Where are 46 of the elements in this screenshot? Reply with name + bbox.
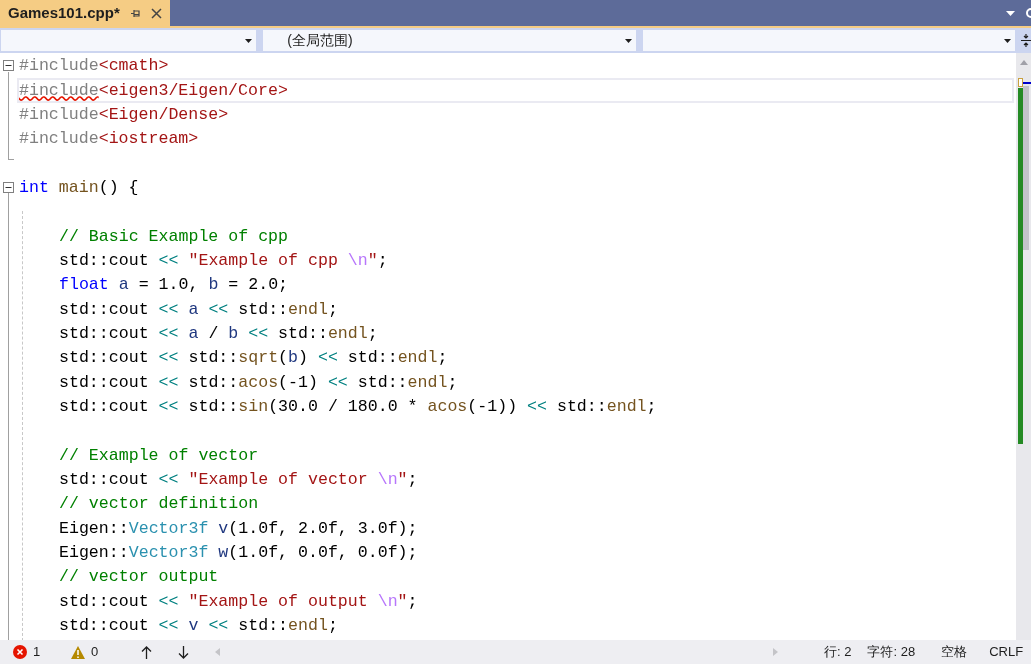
code-line: // vector definition (59, 493, 259, 516)
code-line: Eigen::Vector3f w(1.0f, 0.0f, 0.0f); (59, 542, 418, 565)
pin-icon[interactable] (129, 7, 141, 19)
vertical-scrollbar[interactable] (1016, 53, 1031, 640)
code-line: std::cout << a << std::endl; (59, 298, 338, 321)
error-icon[interactable] (13, 645, 27, 659)
navigation-dropdown[interactable]: (全局范围) (262, 29, 638, 52)
code-line: std::cout << a / b << std::endl; (59, 322, 378, 345)
code-line: // Example of vector (59, 444, 259, 467)
code-line: Eigen::Vector3f v(1.0f, 2.0f, 3.0f); (59, 517, 418, 540)
code-line: std::cout << v << std::endl; (59, 615, 338, 638)
code-line: std::cout << std::sin(30.0 / 180.0 * acos(-1)) << std::endl; (59, 396, 657, 418)
close-icon[interactable] (150, 7, 162, 19)
cursor-marker (1023, 82, 1031, 84)
file-tab[interactable]: Games101.cpp* (0, 0, 170, 26)
code-line: std::cout << std::acos(-1) << std::endl; (59, 371, 458, 394)
code-line: std::cout << "Example of vector \n"; (59, 469, 418, 491)
warning-count[interactable]: 0 (91, 642, 99, 662)
caret-marker (1018, 78, 1023, 87)
scrollbar-thumb[interactable] (1023, 86, 1029, 250)
code-line: #include<eigen3/Eigen/Core> (19, 79, 288, 102)
error-count[interactable]: 1 (33, 642, 41, 662)
code-line: std::cout << std::sqrt(b) << std::endl; (59, 347, 448, 370)
code-line: #include<Eigen/Dense> (19, 103, 229, 126)
warning-icon[interactable] (71, 645, 85, 659)
line-number-status[interactable]: 行: 2 (824, 642, 852, 662)
code-line: std::cout << "Example of output \n"; (59, 590, 418, 613)
code-line: float a = 1.0, b = 2.0; (59, 274, 289, 297)
line-ending-status[interactable]: CRLF (989, 642, 1024, 662)
column-status[interactable]: 字符: 28 (867, 642, 916, 662)
caret-icon (245, 38, 253, 43)
indent-status[interactable]: 空格 (941, 642, 968, 662)
up-arrow-icon[interactable] (141, 645, 152, 659)
code-line: std::cout << "Example of cpp \n"; (59, 249, 388, 272)
code-line: #include<cmath> (19, 55, 169, 78)
caret-icon (1004, 38, 1012, 43)
dropdown-icon[interactable] (1006, 10, 1015, 16)
caret-icon (625, 38, 633, 43)
code-line: // Basic Example of cpp (59, 225, 289, 248)
down-arrow-icon[interactable] (178, 645, 189, 659)
code-line: // vector output (59, 566, 219, 589)
code-line: int main() { (19, 176, 139, 199)
code-line: #include<iostream> (19, 128, 199, 151)
split-icon[interactable] (1021, 34, 1031, 47)
collapse-icon[interactable] (3, 60, 14, 71)
collapse-icon[interactable] (3, 181, 14, 193)
